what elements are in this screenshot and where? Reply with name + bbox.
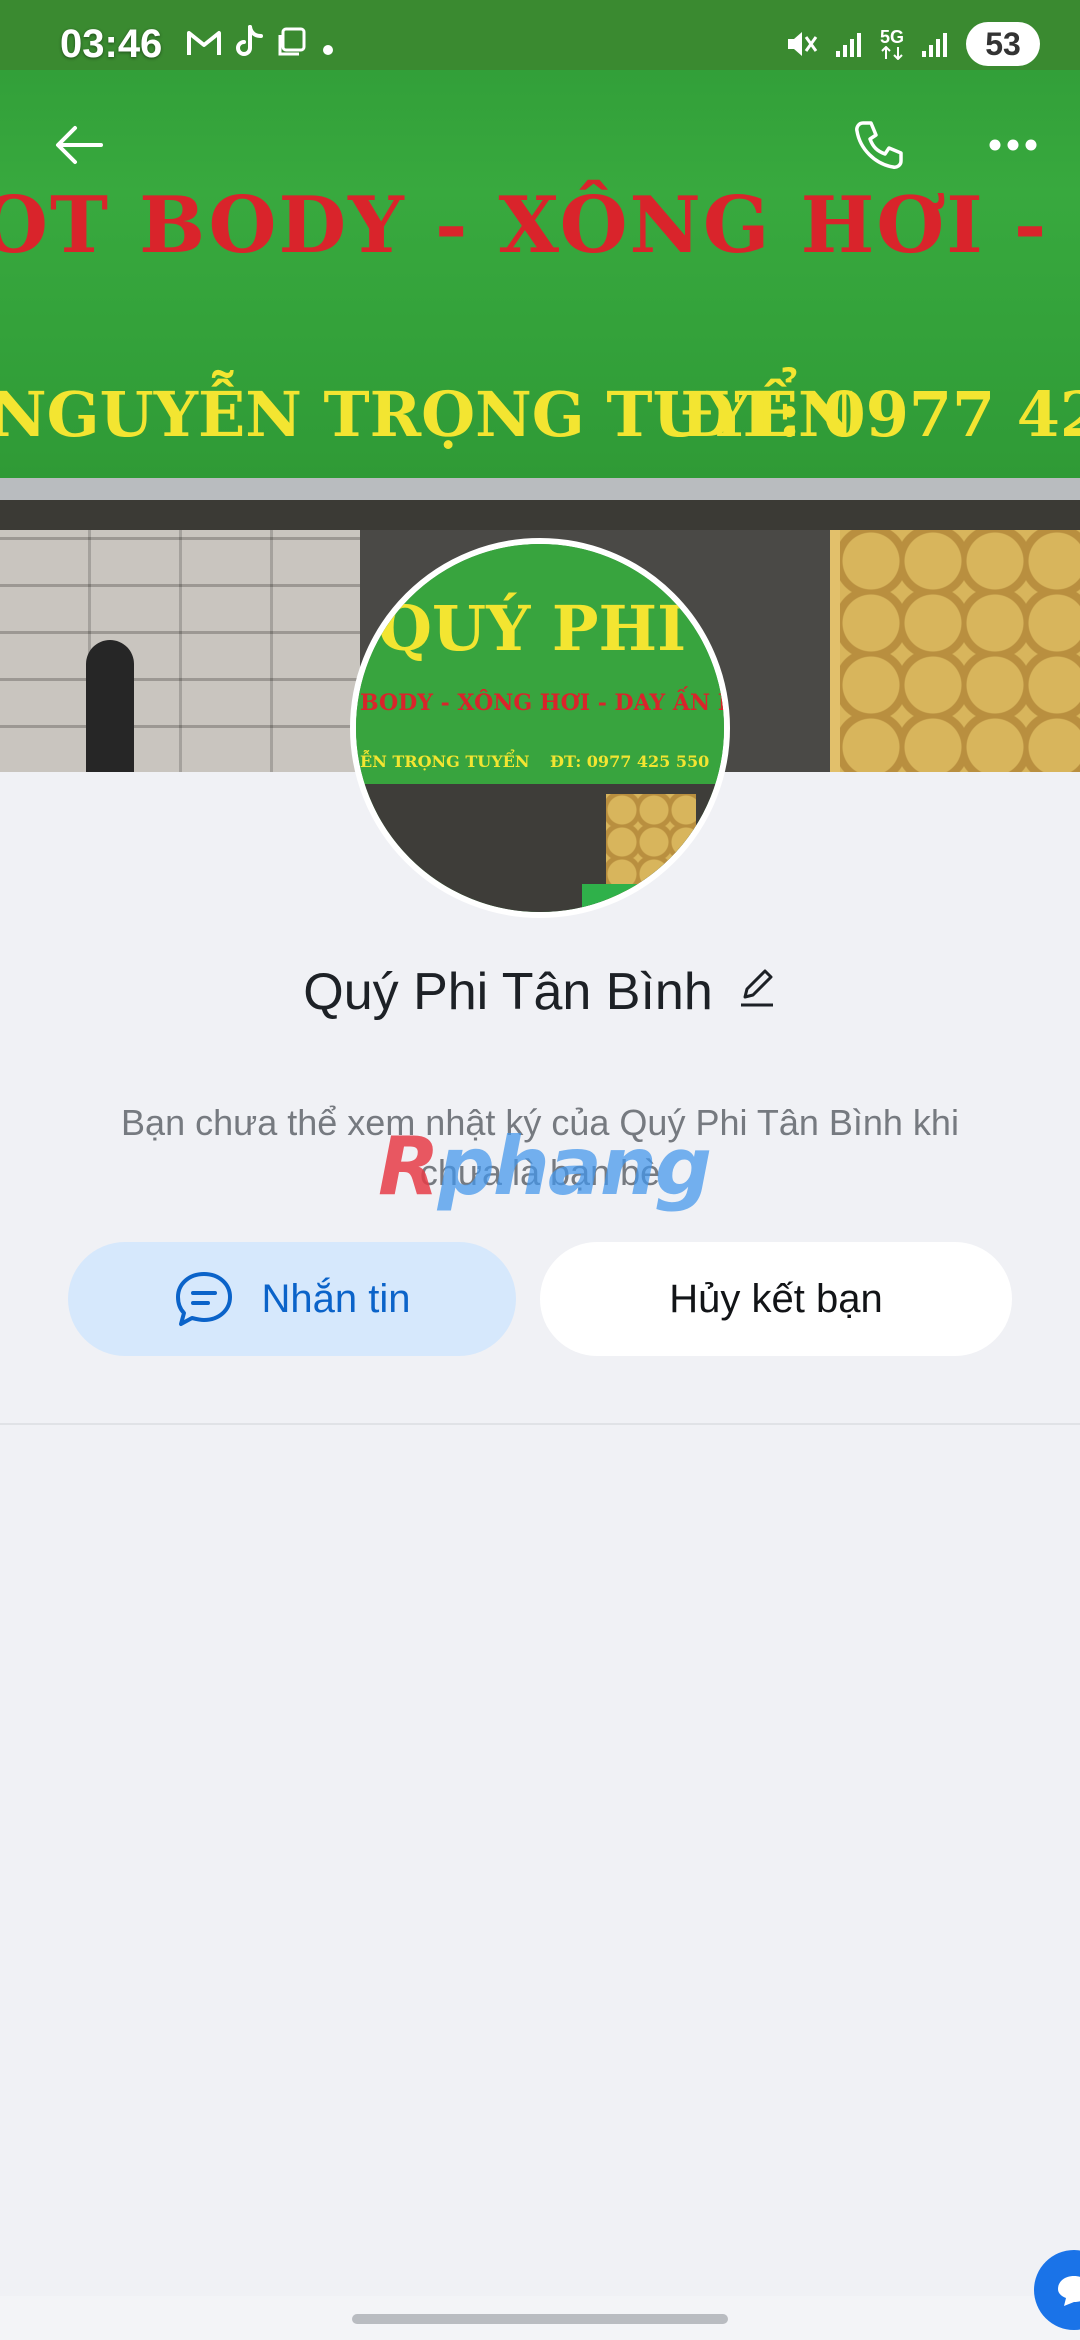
top-nav-bar xyxy=(0,100,1080,190)
status-right: 5G 53 xyxy=(784,22,1040,66)
status-time: 03:46 xyxy=(60,22,163,66)
message-button-label: Nhắn tin xyxy=(261,1276,411,1321)
cover-gate xyxy=(830,530,1080,772)
section-divider xyxy=(0,1423,1080,1425)
back-arrow-icon xyxy=(56,126,103,164)
watermark-first-letter: R xyxy=(378,1120,440,1213)
signal-icon xyxy=(834,29,864,59)
call-button[interactable] xyxy=(834,100,924,190)
cover-sign-contact: NGUYỄN TRỌNG TUYỂN ĐT: 0977 425 550 xyxy=(0,378,1080,451)
chat-bubble-icon xyxy=(1058,2276,1080,2306)
profile-avatar[interactable]: QUÝ PHI SPA BODY - XÔNG HƠI - DAY ẤN HUY… xyxy=(350,538,730,918)
chat-icon xyxy=(175,1272,232,1326)
cover-sign-phone: ĐT: 0977 425 550 xyxy=(680,378,1080,451)
avatar-address: ỄN TRỌNG TUYỂN xyxy=(360,752,530,771)
avatar-contact: ỄN TRỌNG TUYỂN ĐT: 0977 425 550 xyxy=(360,752,709,771)
screen-icon xyxy=(276,26,308,66)
message-button[interactable]: Nhắn tin xyxy=(68,1242,516,1356)
tiktok-icon xyxy=(234,24,264,68)
avatar-services: BODY - XÔNG HƠI - DAY ẤN HUYỆT xyxy=(360,690,724,716)
pencil-icon xyxy=(740,969,773,1007)
dot-icon xyxy=(320,26,336,66)
watermark-logo: Rphang xyxy=(378,1120,712,1213)
signal-icon-2 xyxy=(920,29,950,59)
cover-brick-wall xyxy=(0,530,360,772)
avatar-title-main: QUÝ PHI xyxy=(378,592,687,665)
unfriend-button[interactable]: Hủy kết bạn xyxy=(540,1242,1012,1356)
battery-indicator: 53 xyxy=(966,22,1040,66)
back-button[interactable] xyxy=(34,100,124,190)
cover-rail xyxy=(0,478,1080,500)
edit-name-button[interactable] xyxy=(737,962,777,1022)
status-bar: 03:46 5G 53 xyxy=(0,0,1080,92)
watermark-rest: phang xyxy=(437,1120,712,1213)
cover-sign-services: OT BODY - XÔNG HƠI - DAY ẤN HUYỆ xyxy=(0,180,1080,271)
mute-icon xyxy=(784,27,818,61)
cover-awning xyxy=(0,500,1080,530)
phone-icon xyxy=(855,121,903,169)
avatar-green-sign xyxy=(582,884,642,912)
avatar-title: QUÝ PHI SPA xyxy=(378,592,724,665)
network-5g-icon: 5G xyxy=(880,28,904,60)
home-indicator[interactable] xyxy=(352,2314,728,2324)
notification-icons xyxy=(186,24,336,68)
more-icon xyxy=(989,139,1037,151)
more-options-button[interactable] xyxy=(968,100,1058,190)
gmail-icon xyxy=(186,26,222,66)
cover-door xyxy=(86,640,134,772)
profile-name-row: Quý Phi Tân Bình xyxy=(0,962,1080,1022)
profile-name: Quý Phi Tân Bình xyxy=(303,963,713,1021)
avatar-phone: ĐT: 0977 425 550 xyxy=(550,752,710,771)
network-label: 5G xyxy=(879,27,904,47)
unfriend-button-label: Hủy kết bạn xyxy=(669,1276,883,1321)
